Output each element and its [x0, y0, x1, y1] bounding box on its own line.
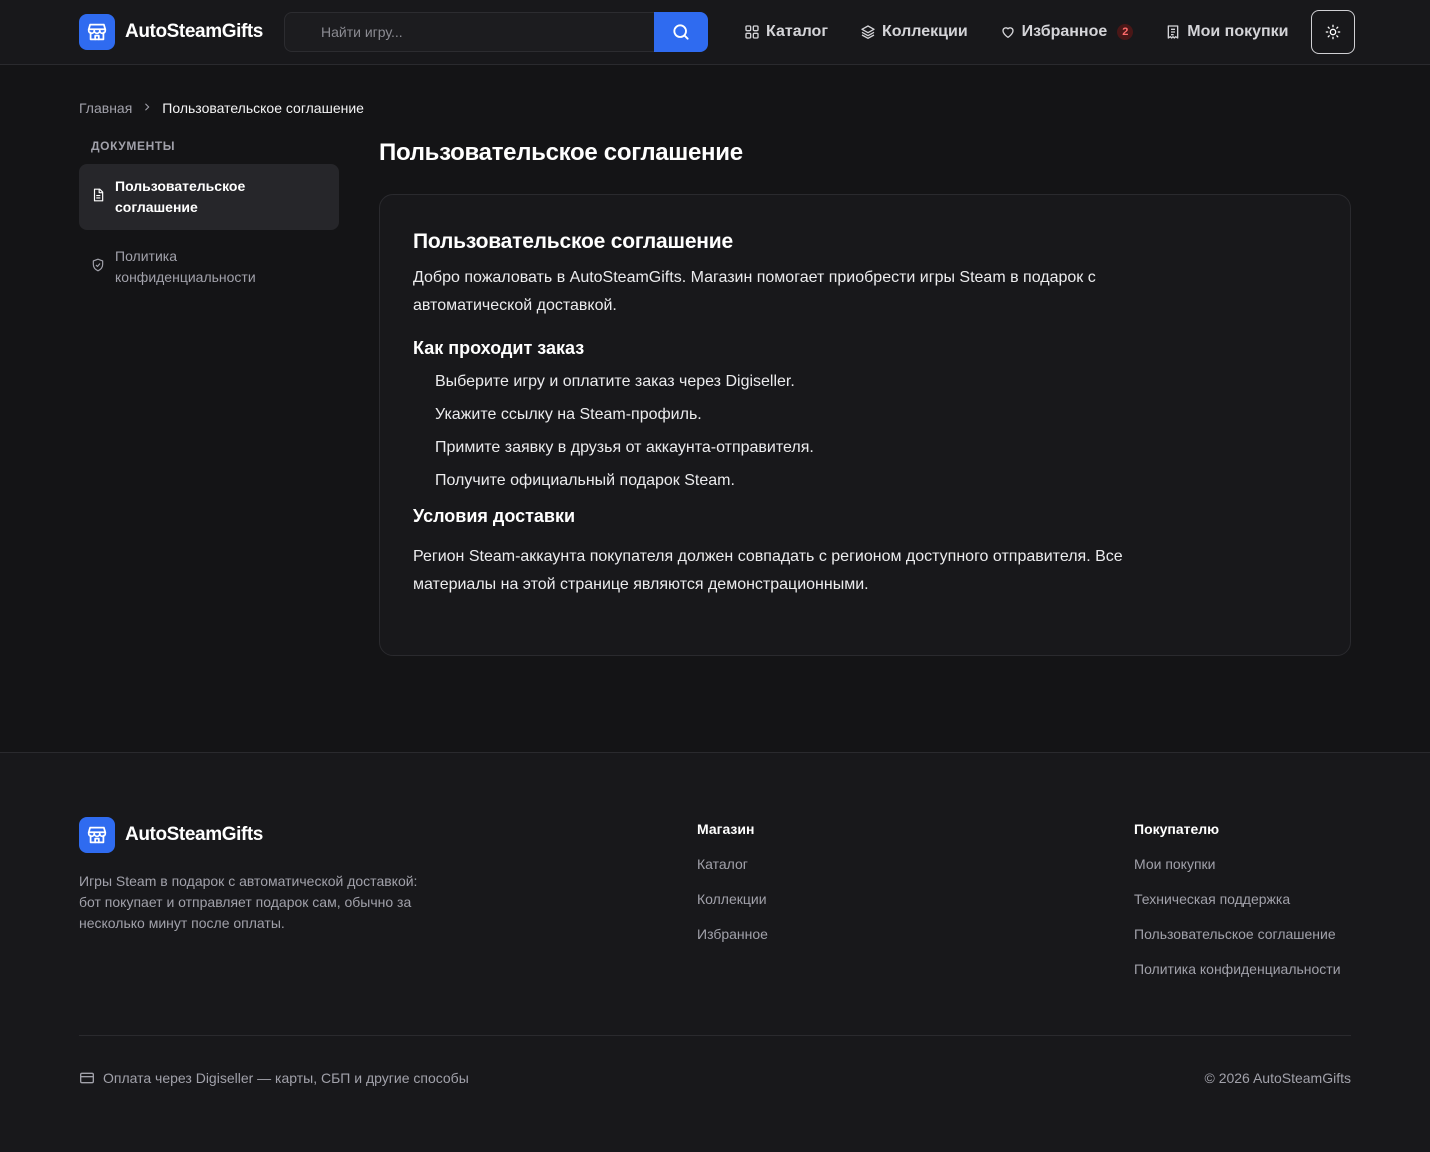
nav-favorites-label: Избранное — [1021, 23, 1108, 40]
documents-sidebar: ДОКУМЕНТЫ Пользовательское соглашение По… — [79, 138, 339, 300]
intro-paragraph: Добро пожаловать в AutoSteamGifts. Магаз… — [413, 269, 1096, 314]
search-button[interactable] — [654, 12, 708, 52]
breadcrumb-home[interactable]: Главная — [79, 100, 132, 116]
sidebar-item-label: Политика конфиденциальности — [115, 248, 256, 285]
footer-link-favorites[interactable]: Избранное — [697, 925, 768, 943]
card-title: Пользовательское соглашение — [413, 230, 733, 253]
delivery-paragraph: Регион Steam-аккаунта покупателя должен … — [413, 548, 1123, 593]
breadcrumb-current: Пользовательское соглашение — [162, 100, 364, 116]
search-icon — [673, 24, 689, 40]
sidebar-item-privacy-policy[interactable]: Политика конфиденциальности — [79, 234, 339, 300]
receipt-icon — [1167, 25, 1179, 39]
document-icon — [91, 187, 105, 208]
shield-check-icon — [91, 257, 105, 278]
footer-link-user-agreement[interactable]: Пользовательское соглашение — [1134, 925, 1341, 943]
page-title: Пользовательское соглашение — [379, 139, 743, 166]
order-heading: Как проходит заказ — [413, 338, 585, 358]
search-bar — [284, 12, 708, 52]
grid-icon — [745, 25, 759, 39]
copyright: © 2026 AutoSteamGifts — [1204, 1070, 1351, 1086]
brand-logo[interactable]: AutoSteamGifts — [79, 14, 263, 50]
list-item: Примите заявку в друзья от аккаунта-отпр… — [435, 439, 814, 456]
nav-purchases[interactable]: Мои покупки — [1165, 23, 1289, 41]
nav-collections-label: Коллекции — [881, 23, 968, 40]
footer-link-support[interactable]: Техническая поддержка — [1134, 890, 1341, 908]
order-steps-list: Выберите игру и оплатите заказ через Dig… — [413, 372, 1317, 491]
list-item: Укажите ссылку на Steam-профиль. — [435, 406, 702, 423]
nav-purchases-label: Мои покупки — [1187, 23, 1289, 40]
main-nav: Каталог Коллекции Избранное 2 Мои покупк… — [744, 12, 1321, 52]
sun-icon — [1325, 24, 1341, 40]
breadcrumb: Главная Пользовательское соглашение — [79, 99, 364, 117]
site-header: AutoSteamGifts Каталог Коллекции — [0, 0, 1430, 65]
payment-text: Оплата через Digiseller — карты, СБП и д… — [103, 1070, 469, 1086]
store-icon — [79, 817, 115, 853]
footer-description: Игры Steam в подарок с автоматической до… — [79, 873, 418, 931]
sidebar-heading: ДОКУМЕНТЫ — [91, 139, 176, 153]
site-footer: AutoSteamGifts Игры Steam в подарок с ав… — [0, 752, 1430, 1152]
list-item: Получите официальный подарок Steam. — [435, 472, 735, 489]
search-input[interactable] — [284, 12, 654, 52]
nav-favorites[interactable]: Избранное 2 — [1000, 23, 1134, 41]
credit-card-icon — [80, 1072, 94, 1084]
delivery-heading: Условия доставки — [413, 506, 576, 526]
chevron-right-icon — [142, 101, 152, 115]
nav-collections[interactable]: Коллекции — [860, 23, 968, 41]
heart-icon — [1001, 27, 1014, 38]
footer-link-privacy-policy[interactable]: Политика конфиденциальности — [1134, 960, 1341, 978]
footer-link-purchases[interactable]: Мои покупки — [1134, 855, 1341, 873]
sidebar-item-label: Пользовательское соглашение — [115, 178, 246, 215]
payment-info: Оплата через Digiseller — карты, СБП и д… — [79, 1070, 469, 1086]
footer-shop-title: Магазин — [697, 821, 755, 837]
agreement-card: Пользовательское соглашение Добро пожало… — [379, 194, 1351, 656]
footer-buyer-title: Покупателю — [1134, 821, 1220, 837]
footer-shop-column: Магазин Каталог Коллекции Избранное — [697, 820, 768, 943]
list-item: Выберите игру и оплатите заказ через Dig… — [435, 373, 795, 390]
nav-catalog-label: Каталог — [766, 23, 828, 40]
favorites-count-badge: 2 — [1117, 24, 1134, 40]
footer-divider — [79, 1035, 1351, 1036]
footer-brand-name: AutoSteamGifts — [125, 824, 263, 845]
layers-icon — [861, 25, 875, 39]
footer-buyer-column: Покупателю Мои покупки Техническая подде… — [1134, 820, 1341, 978]
footer-link-catalog[interactable]: Каталог — [697, 855, 768, 873]
sidebar-item-user-agreement[interactable]: Пользовательское соглашение — [79, 164, 339, 230]
store-icon — [79, 14, 115, 50]
footer-link-collections[interactable]: Коллекции — [697, 890, 768, 908]
nav-catalog[interactable]: Каталог — [744, 23, 828, 41]
brand-name: AutoSteamGifts — [125, 21, 263, 42]
footer-brand-logo[interactable]: AutoSteamGifts — [79, 817, 263, 853]
theme-toggle-button[interactable] — [1311, 10, 1355, 54]
